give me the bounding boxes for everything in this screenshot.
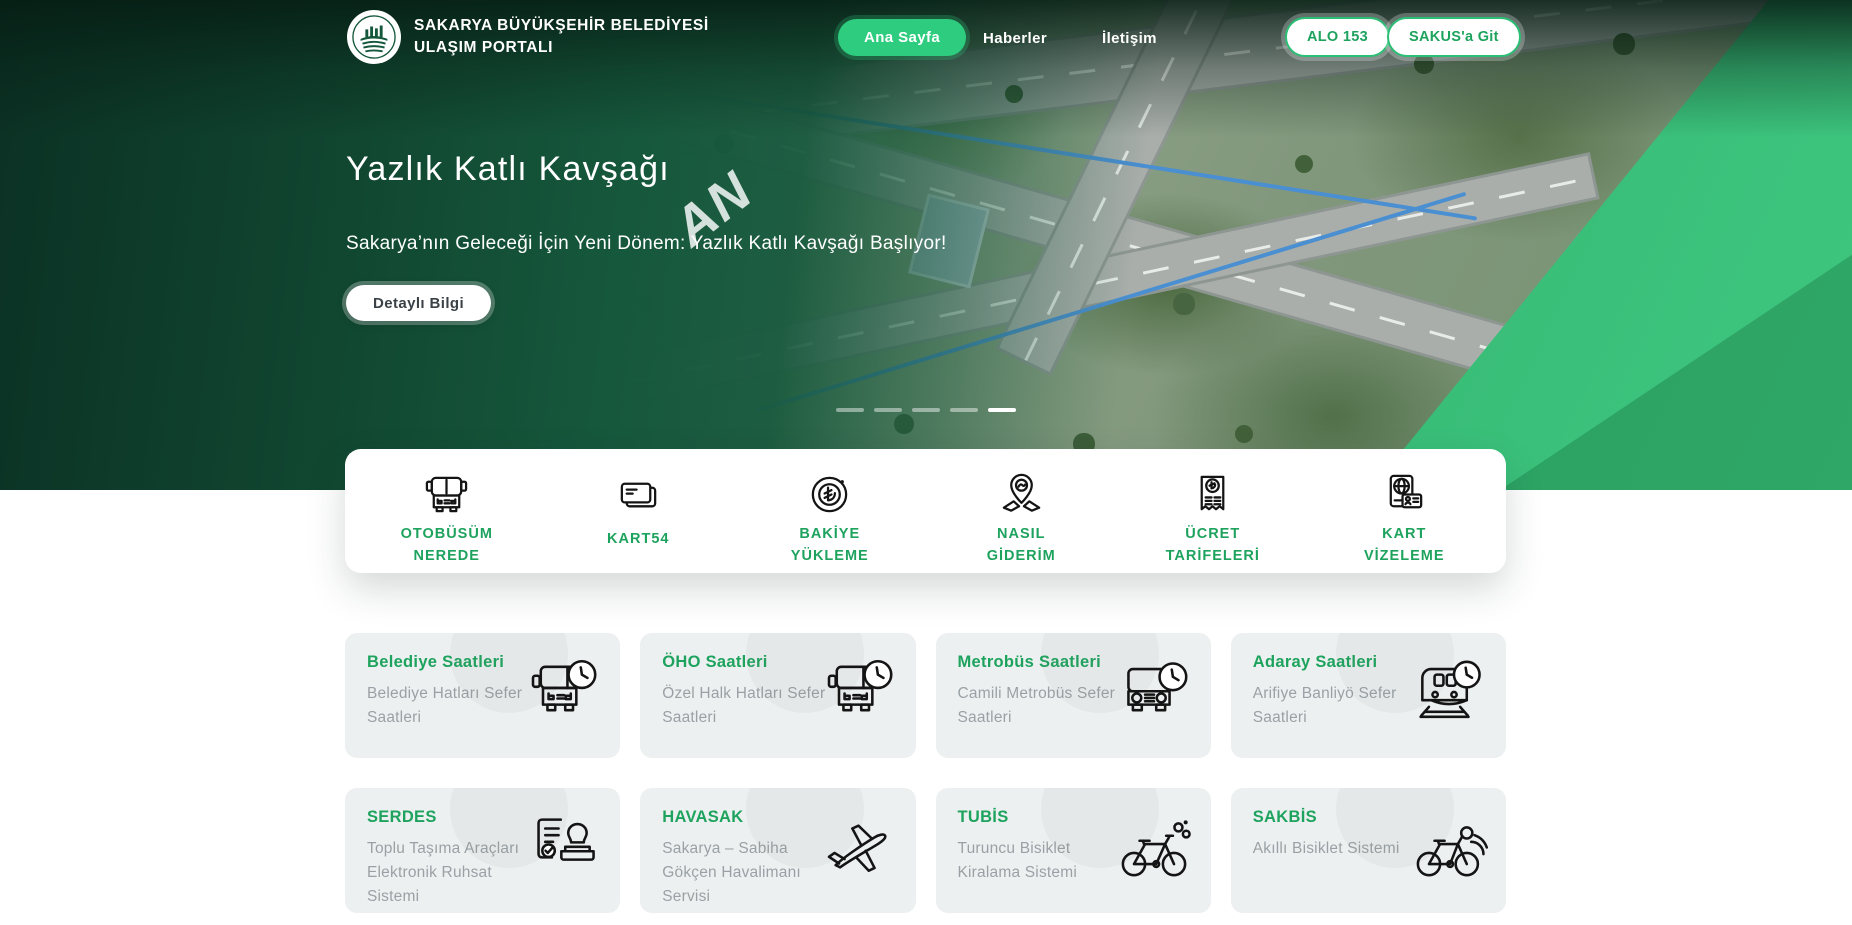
service-card-description: Toplu Taşıma Araçları Elektronik Ruhsat … [367, 837, 531, 909]
quick-link-item[interactable]: BAKİYE YÜKLEME [734, 465, 926, 563]
carousel-indicator[interactable] [874, 408, 902, 412]
quick-link-item[interactable]: OTOBÜSÜM NEREDE [351, 465, 543, 563]
service-card-description: Özel Halk Hatları Sefer Saatleri [662, 682, 826, 730]
site-header: SAKARYA BÜYÜKŞEHİR BELEDİYESİ ULAŞIM POR… [0, 0, 1852, 78]
sakus-link-button[interactable]: SAKUS'a Git [1387, 17, 1521, 57]
carousel-indicator[interactable] [836, 408, 864, 412]
ulasim-portal-page: AN SAKARYA BÜYÜKŞEHİR BELEDİYESİ ULAŞIM … [0, 0, 1852, 925]
quick-link-item[interactable]: ÜCRET TARİFELERİ [1117, 465, 1309, 563]
carousel-indicator[interactable] [912, 408, 940, 412]
quick-link-label: BAKİYE YÜKLEME [791, 524, 869, 568]
airplane-icon [816, 808, 902, 893]
carousel-indicator-active[interactable] [988, 408, 1016, 412]
card-visa-passport-icon [1381, 471, 1428, 518]
hero-copy: Yazlık Katlı Kavşağı Sakarya’nın Geleceğ… [346, 150, 947, 321]
train-clock-icon [1406, 653, 1492, 738]
service-card-description: Camili Metrobüs Sefer Saatleri [958, 682, 1122, 730]
service-card-description: Sakarya – Sabiha Gökçen Havalimanı Servi… [662, 837, 826, 909]
nav-news-link[interactable]: Haberler [983, 22, 1047, 56]
service-cards-grid: Belediye Saatleri Belediye Hatları Sefer… [345, 633, 1506, 913]
site-title: SAKARYA BÜYÜKŞEHİR BELEDİYESİ ULAŞIM POR… [414, 15, 709, 59]
service-card[interactable]: SERDES Toplu Taşıma Araçları Elektronik … [345, 788, 620, 913]
smart-bicycle-icon [1406, 808, 1492, 893]
service-card[interactable]: ÖHO Saatleri Özel Halk Hatları Sefer Saa… [640, 633, 915, 758]
service-card-description: Turuncu Bisiklet Kiralama Sistemi [958, 837, 1122, 885]
transit-cards-icon [615, 471, 662, 523]
sakarya-emblem-icon [351, 14, 397, 60]
quick-link-item[interactable]: NASIL GİDERİM [926, 465, 1118, 563]
service-card[interactable]: SAKBİS Akıllı Bisiklet Sistemi [1231, 788, 1506, 913]
alo-153-button[interactable]: ALO 153 [1285, 17, 1390, 57]
fare-receipt-icon [1189, 471, 1236, 518]
nav-home-button[interactable]: Ana Sayfa [838, 19, 966, 56]
service-card-description: Belediye Hatları Sefer Saatleri [367, 682, 531, 730]
quick-link-label: KART VİZELEME [1364, 524, 1445, 568]
map-pin-icon [998, 471, 1045, 518]
quick-links-bar: OTOBÜSÜM NEREDE KART54 BAKİYE YÜKLEME NA… [345, 449, 1506, 573]
quick-link-label: OTOBÜSÜM NEREDE [401, 524, 493, 568]
service-card-description: Arifiye Banliyö Sefer Saatleri [1253, 682, 1417, 730]
site-title-line2: ULAŞIM PORTALI [414, 37, 709, 59]
service-card[interactable]: Belediye Saatleri Belediye Hatları Sefer… [345, 633, 620, 758]
permit-stamp-icon [520, 808, 606, 893]
municipality-logo[interactable] [347, 10, 401, 64]
hero-detail-button[interactable]: Detaylı Bilgi [346, 285, 491, 321]
nav-contact-link[interactable]: İletişim [1102, 22, 1157, 56]
service-card[interactable]: Adaray Saatleri Arifiye Banliyö Sefer Sa… [1231, 633, 1506, 758]
bicycle-icon [1111, 808, 1197, 893]
quick-link-label: ÜCRET TARİFELERİ [1166, 524, 1260, 568]
carousel-indicator[interactable] [950, 408, 978, 412]
bus-clock-icon [816, 653, 902, 738]
service-card[interactable]: TUBİS Turuncu Bisiklet Kiralama Sistemi [936, 788, 1211, 913]
quick-link-item[interactable]: KART VİZELEME [1309, 465, 1501, 563]
bus-clock-icon [520, 653, 606, 738]
service-card[interactable]: HAVASAK Sakarya – Sabiha Gökçen Havalima… [640, 788, 915, 913]
hero-title: Yazlık Katlı Kavşağı [346, 150, 947, 189]
service-card[interactable]: Metrobüs Saatleri Camili Metrobüs Sefer … [936, 633, 1211, 758]
quick-link-label: NASIL GİDERİM [987, 524, 1056, 568]
carousel-indicators [836, 408, 1016, 412]
quick-link-item[interactable]: KART54 [543, 465, 735, 563]
bus-front-icon [423, 471, 470, 518]
site-title-line1: SAKARYA BÜYÜKŞEHİR BELEDİYESİ [414, 15, 709, 37]
service-card-description: Akıllı Bisiklet Sistemi [1253, 837, 1417, 861]
metrobus-clock-icon [1111, 653, 1197, 738]
lira-coin-icon [806, 471, 853, 518]
hero-subtitle: Sakarya’nın Geleceği İçin Yeni Dönem: Ya… [346, 233, 947, 255]
hero-section: AN SAKARYA BÜYÜKŞEHİR BELEDİYESİ ULAŞIM … [0, 0, 1852, 490]
quick-link-label: KART54 [607, 529, 669, 551]
